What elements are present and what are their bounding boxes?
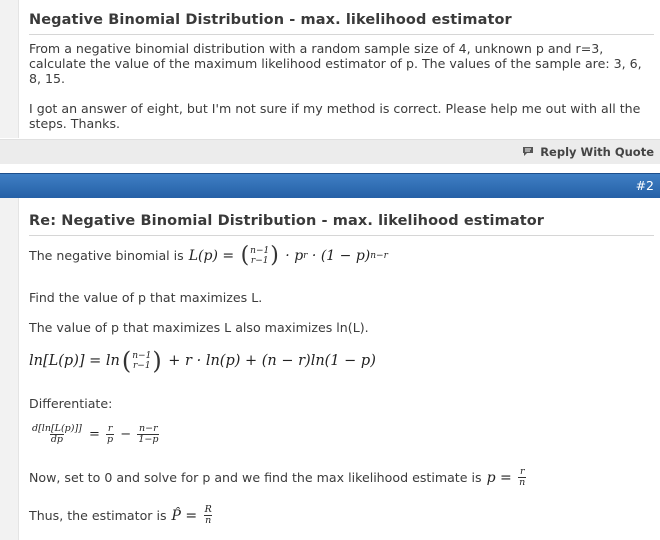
derivative-formula: d[ln[L(p)]] dp = rp − n−r 1−p xyxy=(32,423,160,445)
text-line: Find the value of p that maximizes L. xyxy=(29,290,262,305)
formula-line: Now, set to 0 and solve for p and we fin… xyxy=(29,467,528,488)
text: The value of p that maximizes L also max… xyxy=(29,320,369,335)
reply-with-quote-button[interactable]: Reply With Quote xyxy=(522,145,654,159)
text: Find the value of p that maximizes L. xyxy=(29,290,263,305)
estimate-formula: p = rn xyxy=(486,466,527,488)
estimator-formula: P̂ = Rn xyxy=(171,504,213,526)
text: The negative binomial is xyxy=(29,248,184,263)
text-line: Differentiate: xyxy=(29,396,112,411)
quote-bubble-icon xyxy=(522,146,535,158)
formula-line: The negative binomial is L(p) = (n−1 r−1)… xyxy=(29,243,388,268)
text: Thus, the estimator is xyxy=(29,508,167,523)
post-number-link[interactable]: #2 xyxy=(636,178,654,193)
formula-line: Thus, the estimator is P̂ = Rn xyxy=(29,505,215,526)
reply-label: Reply With Quote xyxy=(540,145,654,159)
post-1: Negative Binomial Distribution - max. li… xyxy=(29,12,654,131)
post-sidebar xyxy=(0,0,19,138)
text-line: The value of p that maximizes L also max… xyxy=(29,320,369,335)
text: Now, set to 0 and solve for p and we fin… xyxy=(29,470,482,485)
post-title: Negative Binomial Distribution - max. li… xyxy=(29,12,654,35)
post-sidebar xyxy=(0,198,19,540)
text: Differentiate: xyxy=(29,396,113,411)
post-footer: Reply With Quote xyxy=(0,139,660,164)
post-header: #2 xyxy=(0,173,660,198)
post-title: Re: Negative Binomial Distribution - max… xyxy=(29,213,654,236)
log-likelihood-formula: ln[L(p)] = ln(n−1 r−1) + r · ln(p) + (n −… xyxy=(29,347,376,375)
post-paragraph: I got an answer of eight, but I'm not su… xyxy=(29,101,641,131)
post-2: Re: Negative Binomial Distribution - max… xyxy=(29,213,654,526)
likelihood-formula: L(p) = (n−1 r−1) · pr · (1 − p) n−r xyxy=(188,243,388,268)
post-paragraph: From a negative binomial distribution wi… xyxy=(29,41,642,86)
